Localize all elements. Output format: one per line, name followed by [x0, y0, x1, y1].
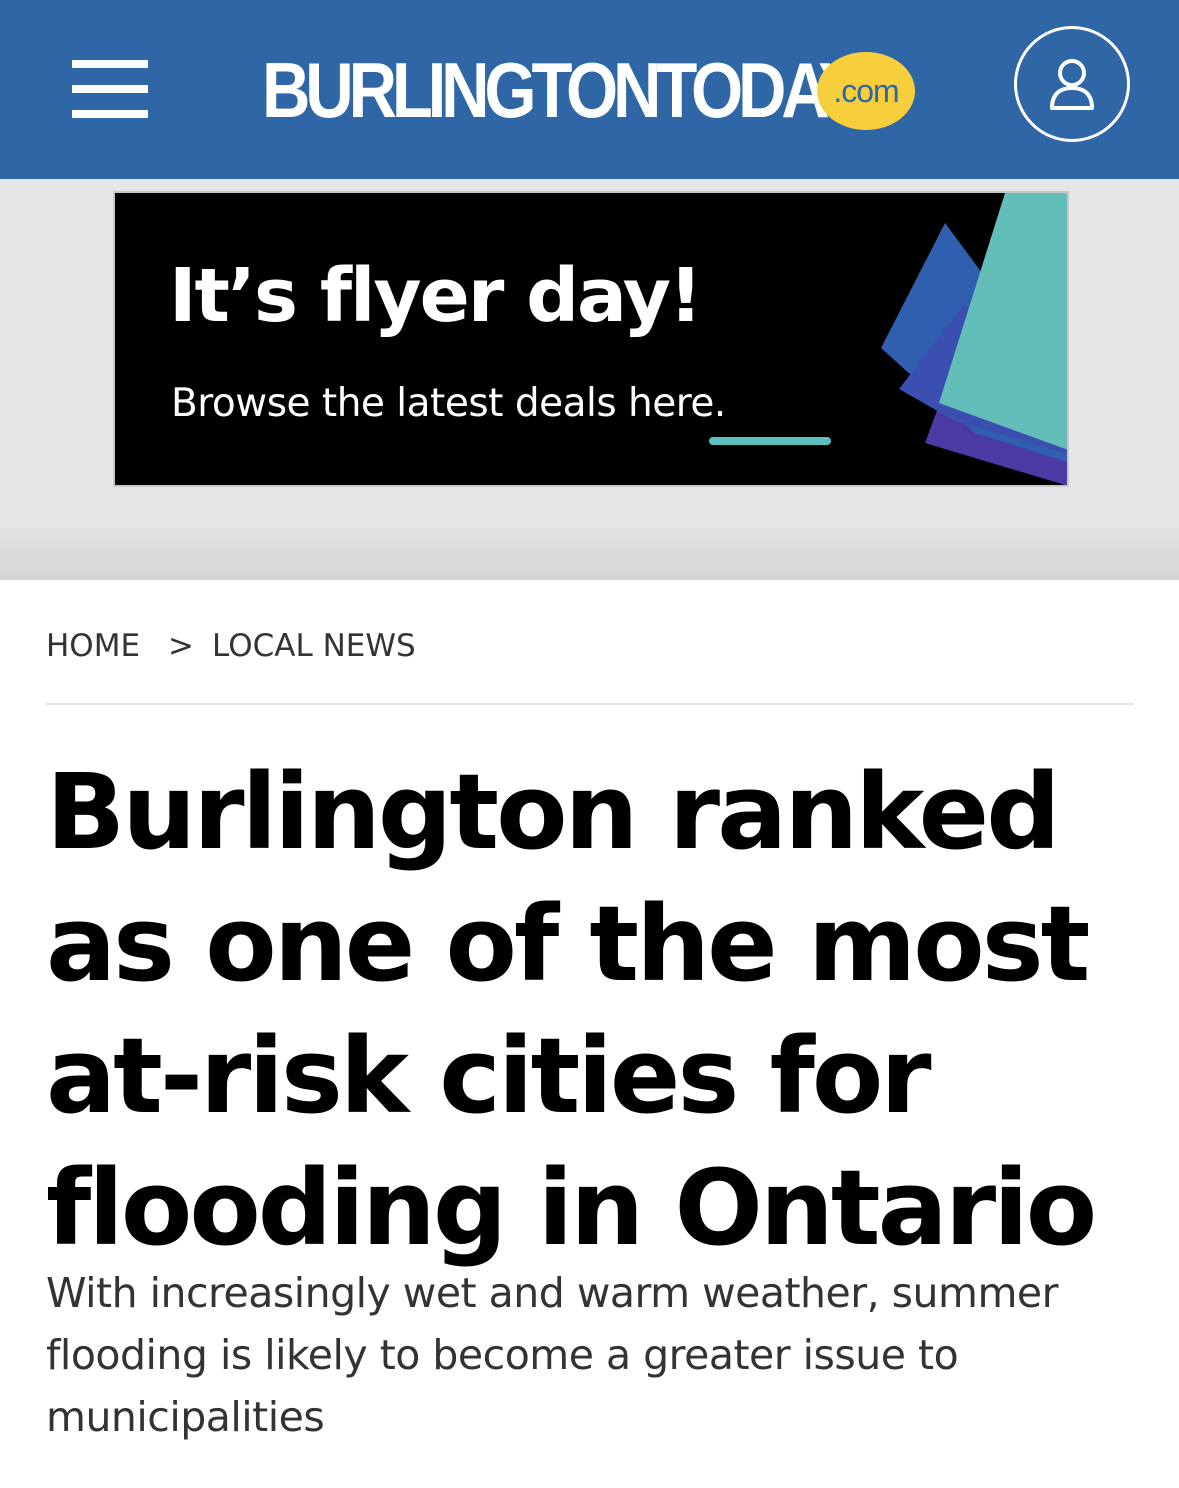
breadcrumb: HOME > LOCAL NEWS	[46, 628, 416, 664]
article-content: HOME > LOCAL NEWS Burlington ranked as one…	[0, 580, 1179, 1488]
flyer-ad-banner[interactable]: It’s flyer day! Browse the latest deals …	[113, 191, 1069, 487]
ad-underline-swoosh	[709, 437, 831, 445]
menu-bar-top	[72, 60, 148, 68]
menu-bar-bottom	[72, 110, 148, 118]
site-header: BURLINGTONTODAY .com	[0, 0, 1179, 179]
breadcrumb-divider	[46, 703, 1134, 705]
ad-subtitle: Browse the latest deals here.	[171, 381, 726, 426]
ad-title: It’s flyer day!	[169, 253, 703, 339]
breadcrumb-separator: >	[168, 628, 195, 664]
logo-dotcom-badge: .com	[817, 52, 915, 130]
breadcrumb-section-link[interactable]: LOCAL NEWS	[212, 628, 416, 664]
ad-section: It’s flyer day! Browse the latest deals …	[0, 179, 1179, 580]
site-logo[interactable]: BURLINGTONTODAY .com	[262, 50, 955, 130]
breadcrumb-home-link[interactable]: HOME	[46, 628, 140, 664]
user-account-icon	[1050, 59, 1094, 110]
flyer-cards-graphic	[881, 193, 1067, 485]
article-headline: Burlington ranked as one of the most at-…	[46, 751, 1097, 1269]
user-account-button[interactable]	[1014, 26, 1130, 142]
hamburger-menu-button[interactable]	[72, 60, 148, 118]
menu-bar-middle	[72, 85, 148, 93]
article-dek: With increasingly wet and warm weather, …	[46, 1269, 1059, 1441]
logo-wordmark: BURLINGTONTODAY	[262, 46, 863, 134]
